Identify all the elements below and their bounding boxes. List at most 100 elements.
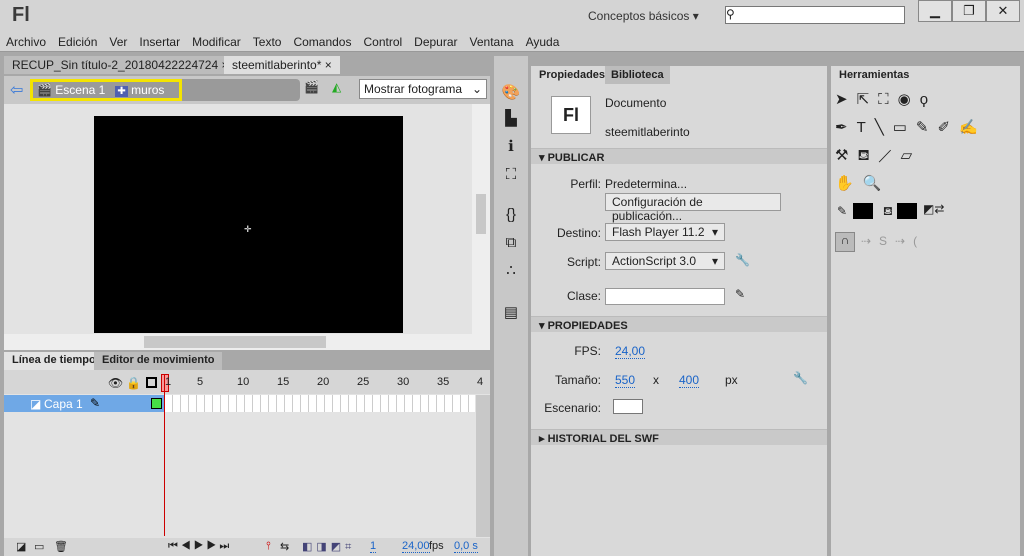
new-layer-icon[interactable]: ◪ [16,540,26,553]
scene-icon: 🎬 [37,83,52,97]
layer-row[interactable]: ◪ Capa 1 ✎ [4,395,164,412]
frame-rate[interactable]: 24,00 [402,540,430,553]
edit-bar: ⇦ 🎬 Escena 1 ✚ muros 🎬 ◭ Mostrar fotogra… [4,76,490,104]
align-icon[interactable]: ▙ [500,108,522,130]
publish-settings-button[interactable]: Configuración de publicación... [605,193,781,223]
menu-edicion[interactable]: Edición [52,32,103,49]
menu-comandos[interactable]: Comandos [287,32,357,49]
trash-icon[interactable]: 🗑 [54,540,68,553]
info-icon[interactable]: ℹ [500,136,522,158]
section-publish[interactable]: ▾ PUBLICAR [531,148,827,164]
workspace-switcher[interactable]: Conceptos básicos ▾ [588,9,699,23]
chevron-down-icon: ▾ [692,9,699,23]
breadcrumb-scene[interactable]: Escena 1 [55,83,105,97]
script-select[interactable]: ActionScript 3.0 ▾ [605,252,725,270]
close-icon[interactable]: × [325,58,332,72]
maximize-button[interactable]: ❐ [952,0,986,22]
lock-icon[interactable]: 🔒 [126,376,141,390]
title-bar: Fl Conceptos básicos ▾ ⚲ ▁ ❐ ✕ [0,0,1024,32]
menu-archivo[interactable]: Archivo [0,32,52,49]
stroke-color-swatch[interactable] [853,203,873,219]
close-button[interactable]: ✕ [986,0,1020,22]
loop-icon[interactable]: ⇆ [280,540,289,553]
width-value[interactable]: 550 [615,373,636,388]
edit-symbols-icon[interactable]: ◭ [332,80,341,94]
outline-icon[interactable] [146,377,157,388]
current-frame[interactable]: 1 [370,540,377,553]
menu-texto[interactable]: Texto [247,32,288,49]
layer-color-swatch[interactable] [151,398,162,409]
tool-row-view[interactable]: ✋🔍 [835,174,890,192]
registration-point-icon: ✛ [244,224,252,234]
frame-tick-label: 5 [197,376,204,388]
wrench-icon[interactable]: 🔧 [793,371,808,385]
menu-ventana[interactable]: Ventana [464,32,520,49]
tool-row-selection[interactable]: ➤⇱⛶◉ϙ [835,90,937,108]
tool-row-paint[interactable]: ⚒⛾⟋▱ [835,146,921,166]
menu-depurar[interactable]: Depurar [408,32,463,49]
search-icon: ⚲ [726,7,735,21]
stage[interactable]: ✛ [94,116,403,333]
doc-name[interactable]: steemitlaberinto [605,125,690,139]
frame-cells[interactable] [165,395,475,412]
frame-tick-label: 20 [317,376,330,388]
tab-library[interactable]: Biblioteca [605,66,670,84]
wrench-icon[interactable]: 🔧 [735,253,750,267]
smooth-straighten-icons[interactable]: ⇢S⇢( [861,234,925,248]
help-search-input[interactable]: ⚲ [725,6,905,24]
center-frame-icon[interactable]: ⫯ [266,540,271,553]
vertical-scrollbar[interactable] [472,104,490,334]
frame-tick-label: 35 [437,376,450,388]
horizontal-scrollbar[interactable] [4,334,490,350]
tab-motion-editor[interactable]: Editor de movimiento [94,352,223,370]
back-arrow-icon[interactable]: ⇦ [10,80,23,100]
menu-modificar[interactable]: Modificar [186,32,247,49]
transform-icon[interactable]: ⛶ [500,164,522,186]
tools-title: Herramientas [833,66,916,84]
tools-panel: Herramientas ➤⇱⛶◉ϙ ✒T╲▭✎✐✍ ⚒⛾⟋▱ ✋🔍 ✎ ⛾ ◩… [831,66,1020,556]
breadcrumb-symbol[interactable]: muros [131,83,164,97]
target-select[interactable]: Flash Player 11.2 ▾ [605,223,725,241]
frame-tick-label: 25 [357,376,370,388]
components-icon[interactable]: ⧉ [500,232,522,254]
profile-label: Perfil: [570,177,601,191]
library-icon[interactable]: ▤ [500,302,522,324]
onion-skin-icons[interactable]: ◧◨◩⌗ [302,540,355,554]
section-properties[interactable]: ▾ PROPIEDADES [531,316,827,332]
section-swf-history[interactable]: ▸ HISTORIAL DEL SWF [531,429,827,445]
script-label: Script: [566,255,601,269]
tool-row-drawing[interactable]: ✒T╲▭✎✐✍ [835,118,987,136]
stage-color-swatch[interactable] [613,399,643,414]
view-select[interactable]: Mostrar fotograma ⌄ [359,79,487,99]
swap-colors-icon[interactable]: ◩⇄ [923,202,944,216]
playback-controls[interactable]: ⏮◀▶▶⏭ [168,540,232,553]
tab-timeline[interactable]: Línea de tiempo [4,352,104,370]
menu-control[interactable]: Control [357,32,408,49]
fill-color-swatch[interactable] [897,203,917,219]
menu-bar: Archivo Edición Ver Insertar Modificar Texto C… [0,32,1024,52]
menu-ver[interactable]: Ver [103,32,133,49]
doc-tab-steemitlaberinto[interactable]: steemitlaberinto* × [224,56,340,74]
snap-magnet-icon[interactable]: ∩ [835,232,855,252]
color-icon[interactable]: 🎨 [500,82,522,104]
eye-icon[interactable]: 👁 [108,376,123,390]
actions-icon[interactable]: {} [500,204,522,226]
tab-properties[interactable]: Propiedades [533,66,612,84]
new-folder-icon[interactable]: ▭ [34,540,44,553]
minimize-button[interactable]: ▁ [918,0,952,22]
menu-ayuda[interactable]: Ayuda [520,32,566,49]
document-panel: RECUP_Sin título-2_20180422224724 × stee… [4,56,490,350]
pencil-icon[interactable]: ✎ [735,287,745,301]
edit-scene-icon[interactable]: 🎬 [304,80,319,94]
height-value[interactable]: 400 [679,373,700,388]
doc-tab-recup[interactable]: RECUP_Sin título-2_20180422224724 × [4,56,237,74]
profile-value: Predetermina... [605,177,688,191]
pencil-icon: ✎ [90,396,101,410]
timeline-vscrollbar[interactable] [476,395,490,537]
fps-value[interactable]: 24,00 [615,344,646,359]
motion-presets-icon[interactable]: ∴ [500,260,522,282]
target-label: Destino: [556,226,601,240]
panel-icon-strip: 🎨 ▙ ℹ ⛶ {} ⧉ ∴ ▤ [494,56,528,556]
menu-insertar[interactable]: Insertar [133,32,186,49]
class-input[interactable] [605,288,725,305]
